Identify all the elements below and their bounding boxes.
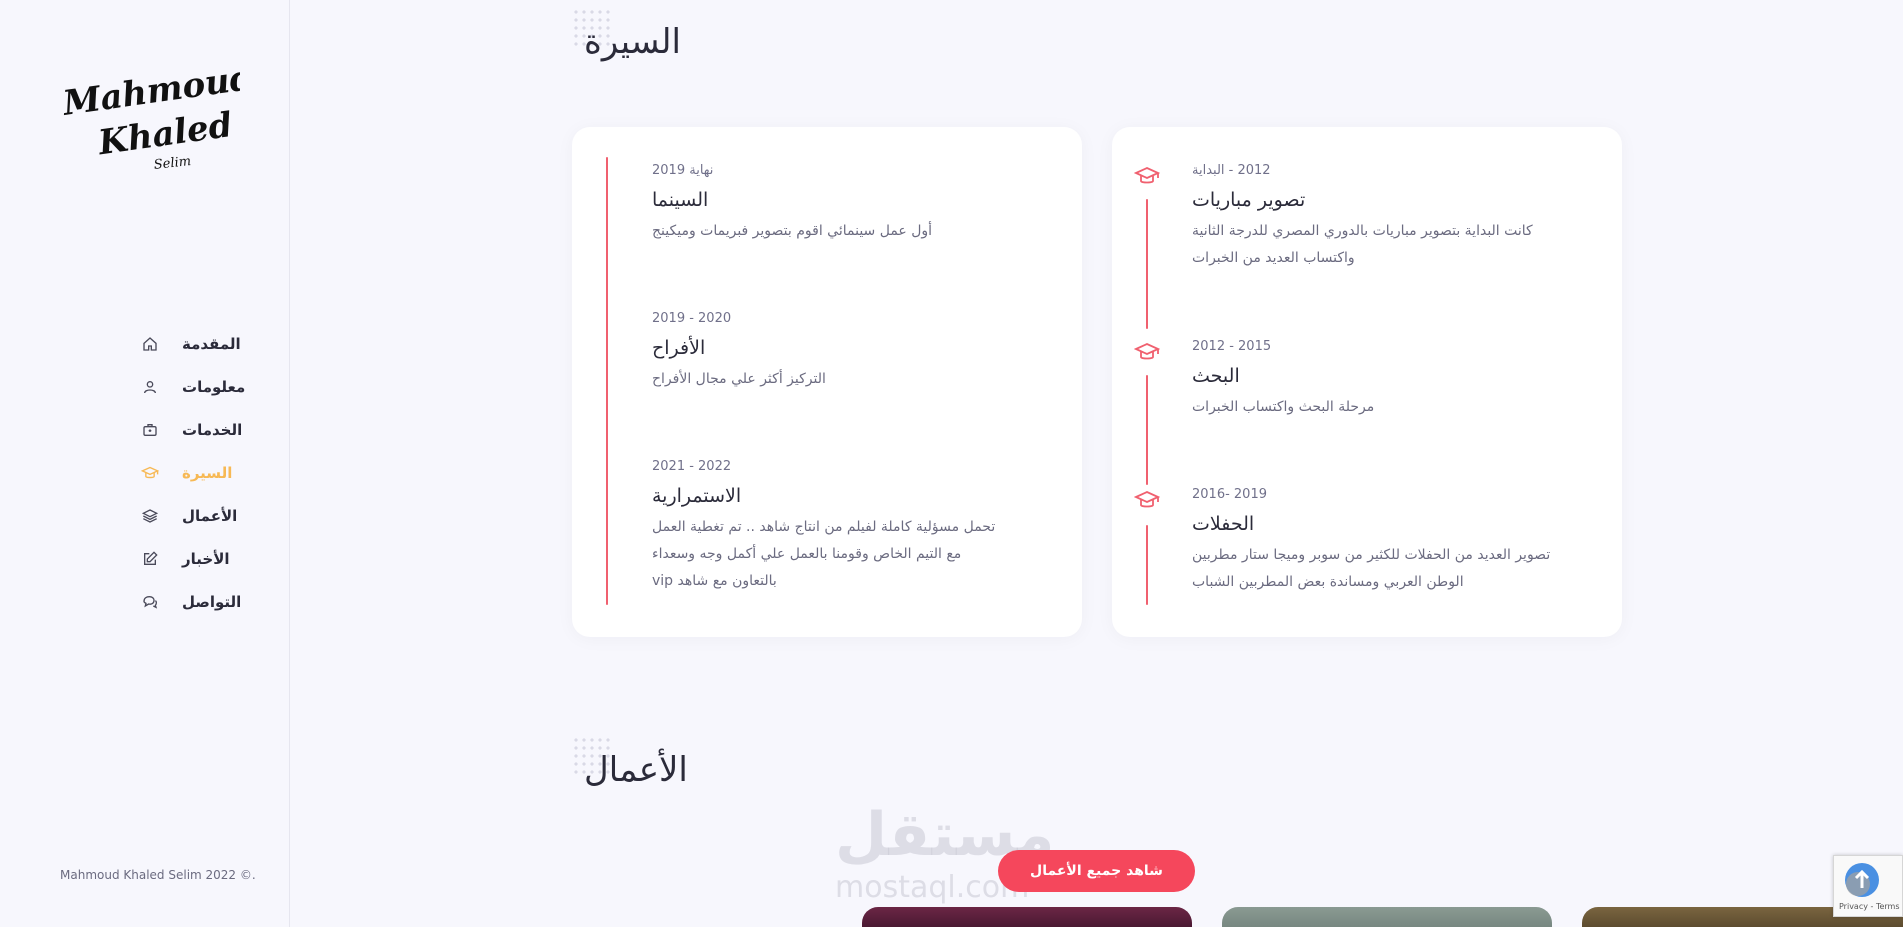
timeline-title: تصوير مباريات xyxy=(1192,189,1306,211)
timeline-item: 2012 - البداية تصوير مباريات كانت البداي… xyxy=(1192,163,1533,272)
description-line: تحمل مسؤلية كاملة لفيلم من انتاج شاهد ..… xyxy=(652,519,996,535)
sidebar-nav: المقدمة معلومات الخدمات السيرة الأعمال ا… xyxy=(138,322,258,623)
nav-item-about[interactable]: معلومات xyxy=(138,365,258,408)
timeline-item: 2019 - 2020 الأفراح التركيز أكثر علي مجا… xyxy=(652,311,826,393)
description-line: أول عمل سينمائي اقوم بتصوير فبريمات وميك… xyxy=(652,223,933,239)
timeline-date: 2012 - البداية xyxy=(1192,163,1271,178)
timeline-title: الاستمرارية xyxy=(652,485,742,507)
recaptcha-links[interactable]: Privacy - Terms xyxy=(1839,902,1900,911)
logo[interactable]: Mahmoud Khaled Selim xyxy=(60,58,256,175)
nav-item-works[interactable]: الأعمال xyxy=(138,494,258,537)
main-content: السيرة 2012 - البداية تصوير مباريات كانت… xyxy=(290,0,1903,927)
chat-icon xyxy=(138,590,162,614)
graduation-cap-icon xyxy=(1133,489,1161,511)
timeline-date: 2012 - 2015 xyxy=(1192,339,1272,354)
home-icon xyxy=(138,332,162,356)
nav-item-resume[interactable]: السيرة xyxy=(138,451,258,494)
description-line: تصوير العديد من الحفلات للكثير من سوبر و… xyxy=(1192,547,1551,563)
timeline-item: نهاية 2019 السينما أول عمل سينمائي اقوم … xyxy=(652,163,932,245)
nav-item-label: معلومات xyxy=(182,377,246,396)
briefcase-icon xyxy=(138,418,162,442)
resume-card-right: 2012 - البداية تصوير مباريات كانت البداي… xyxy=(1112,127,1622,637)
timeline-line xyxy=(1146,375,1148,485)
description-line: كانت البداية بتصوير مباريات بالدوري المص… xyxy=(1192,223,1533,239)
logo-line-3: Selim xyxy=(153,154,192,173)
timeline-line xyxy=(606,157,608,605)
description-line: واكتساب العديد من الخبرات xyxy=(1192,250,1355,266)
nav-item-services[interactable]: الخدمات xyxy=(138,408,258,451)
recaptcha-icon xyxy=(1840,860,1884,900)
timeline-item: 2016- 2019 الحفلات تصوير العديد من الحفل… xyxy=(1192,487,1550,596)
description-line: بالتعاون مع شاهد vip xyxy=(652,573,777,589)
nav-item-label: الخدمات xyxy=(182,420,243,439)
timeline-item: 2012 - 2015 البحث مرحلة البحث واكتساب ال… xyxy=(1192,339,1374,421)
work-thumbnail[interactable] xyxy=(1222,907,1552,927)
timeline-item: 2021 - 2022 الاستمرارية تحمل مسؤلية كامل… xyxy=(652,459,995,595)
timeline-description: أول عمل سينمائي اقوم بتصوير فبريمات وميك… xyxy=(652,218,932,245)
view-all-works-button[interactable]: شاهد جميع الأعمال xyxy=(998,850,1195,892)
timeline-line xyxy=(1146,199,1148,329)
description-line: مع التيم الخاص وقومنا بالعمل علي أكمل وج… xyxy=(652,546,962,562)
timeline-date: 2021 - 2022 xyxy=(652,459,732,474)
timeline-description: تحمل مسؤلية كاملة لفيلم من انتاج شاهد ..… xyxy=(652,514,995,595)
description-line: التركيز أكثر علي مجال الأفراح xyxy=(652,371,826,387)
graduation-cap-icon xyxy=(1133,341,1161,363)
recaptcha-badge[interactable]: Privacy - Terms xyxy=(1833,855,1903,917)
sidebar: Mahmoud Khaled Selim المقدمة معلومات الخ… xyxy=(0,0,290,927)
timeline-title: الأفراح xyxy=(652,337,706,359)
resume-card-left: نهاية 2019 السينما أول عمل سينمائي اقوم … xyxy=(572,127,1082,637)
timeline-line xyxy=(1146,525,1148,605)
works-title: الأعمال xyxy=(584,750,688,790)
nav-item-label: الأعمال xyxy=(182,506,238,525)
copyright-text: Mahmoud Khaled Selim 2022 ©. xyxy=(60,868,256,882)
nav-item-label: الأخبار xyxy=(182,549,230,568)
user-icon xyxy=(138,375,162,399)
timeline-date: نهاية 2019 xyxy=(652,163,714,178)
description-line: الوطن العربي ومساندة بعض المطربين الشباب xyxy=(1192,574,1464,590)
work-thumbnail[interactable] xyxy=(862,907,1192,927)
timeline-date: 2019 - 2020 xyxy=(652,311,732,326)
timeline-description: تصوير العديد من الحفلات للكثير من سوبر و… xyxy=(1192,542,1550,596)
nav-item-contact[interactable]: التواصل xyxy=(138,580,258,623)
timeline-description: التركيز أكثر علي مجال الأفراح xyxy=(652,366,826,393)
nav-item-intro[interactable]: المقدمة xyxy=(138,322,258,365)
graduation-cap-icon xyxy=(1133,165,1161,187)
timeline-title: السينما xyxy=(652,189,709,211)
timeline-description: كانت البداية بتصوير مباريات بالدوري المص… xyxy=(1192,218,1533,272)
timeline-description: مرحلة البحث واكتساب الخبرات xyxy=(1192,394,1374,421)
layers-icon xyxy=(138,504,162,528)
nav-item-label: التواصل xyxy=(182,592,242,611)
resume-title: السيرة xyxy=(584,22,681,62)
nav-item-label: المقدمة xyxy=(182,334,241,353)
timeline-title: البحث xyxy=(1192,365,1240,387)
nav-item-news[interactable]: الأخبار xyxy=(138,537,258,580)
edit-icon xyxy=(138,547,162,571)
nav-item-label: السيرة xyxy=(182,463,233,482)
description-line: مرحلة البحث واكتساب الخبرات xyxy=(1192,399,1375,415)
graduation-cap-icon xyxy=(138,461,162,485)
timeline-date: 2016- 2019 xyxy=(1192,487,1267,502)
timeline-title: الحفلات xyxy=(1192,513,1255,535)
